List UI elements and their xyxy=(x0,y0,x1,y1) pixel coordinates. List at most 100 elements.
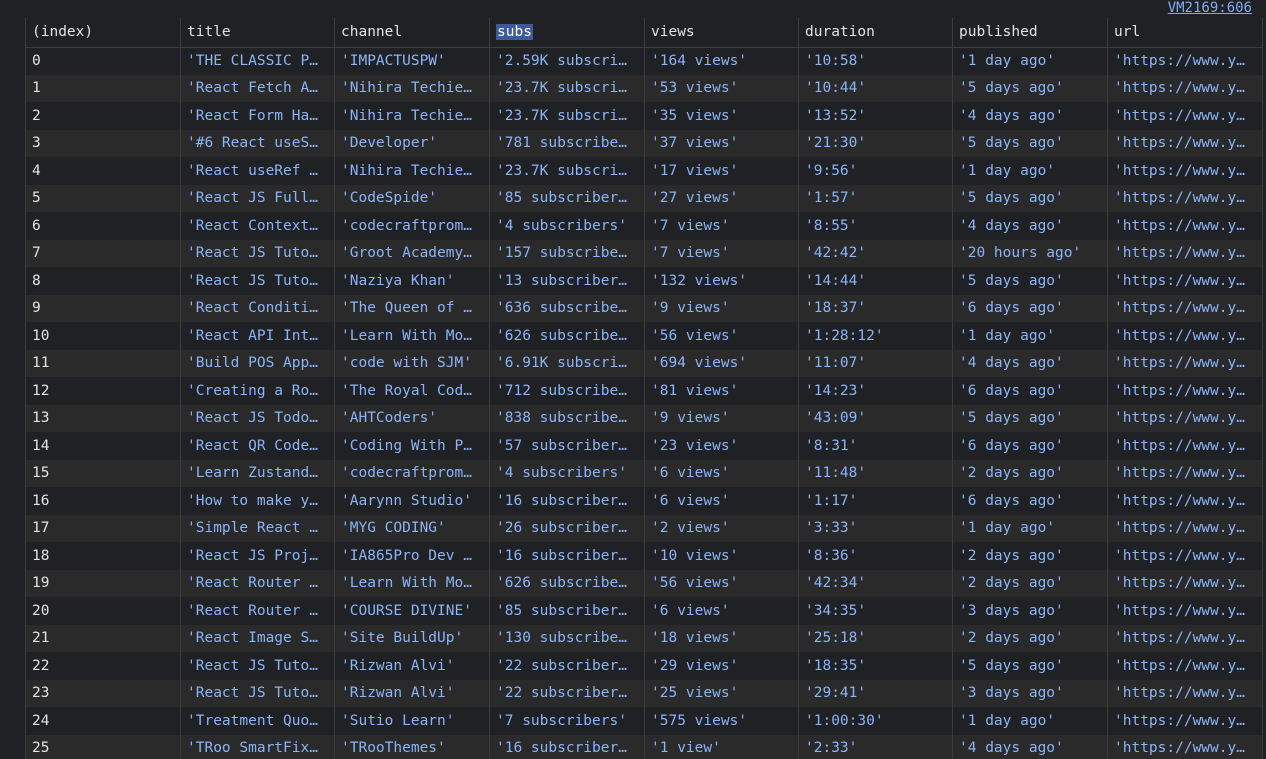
table-body: 0 'THE CLASSIC P… 'IMPACTUSPW' '2.59K subsc… xyxy=(25,47,1263,759)
published-cell: '20 hours ago' xyxy=(952,239,1108,267)
column-header-url[interactable]: url xyxy=(1107,18,1263,48)
title-cell: 'Simple React … xyxy=(180,514,335,542)
published-cell: '5 days ago' xyxy=(952,74,1108,102)
channel-cell: 'Coding With P… xyxy=(334,432,490,460)
column-header-subs[interactable]: subs xyxy=(489,18,645,48)
url-cell: 'https://www.y… xyxy=(1107,734,1263,759)
published-cell: '1 day ago' xyxy=(952,322,1108,350)
subs-cell: '16 subscriber… xyxy=(489,542,645,570)
url-cell: 'https://www.y… xyxy=(1107,404,1263,432)
table-row: 19 'React Router … 'Learn With Mo… '626 sub… xyxy=(25,569,1263,597)
subs-cell: '130 subscribe… xyxy=(489,624,645,652)
subs-cell: '7 subscribers' xyxy=(489,707,645,735)
subs-cell: '838 subscribe… xyxy=(489,404,645,432)
views-cell: '25 views' xyxy=(644,679,799,707)
title-cell: '#6 React useS… xyxy=(180,129,335,157)
channel-cell: 'COURSE DIVINE' xyxy=(334,597,490,625)
table-row: 8 'React JS Tuto… 'Naziya Khan' '13 subscri… xyxy=(25,267,1263,295)
index-cell: 0 xyxy=(25,47,181,75)
views-cell: '7 views' xyxy=(644,239,799,267)
duration-cell: '8:36' xyxy=(798,542,953,570)
channel-cell: 'Groot Academy… xyxy=(334,239,490,267)
channel-cell: 'The Queen of … xyxy=(334,294,490,322)
selected-text: subs xyxy=(496,24,533,41)
table-row: 14 'React QR Code… 'Coding With P… '57 subs… xyxy=(25,432,1263,460)
duration-cell: '1:57' xyxy=(798,184,953,212)
url-cell: 'https://www.y… xyxy=(1107,432,1263,460)
views-cell: '23 views' xyxy=(644,432,799,460)
title-cell: 'React JS Tuto… xyxy=(180,652,335,680)
views-cell: '81 views' xyxy=(644,377,799,405)
column-header-duration[interactable]: duration xyxy=(798,18,953,48)
table-row: 20 'React Router … 'COURSE DIVINE' '85 subs… xyxy=(25,597,1263,625)
url-cell: 'https://www.y… xyxy=(1107,569,1263,597)
views-cell: '53 views' xyxy=(644,74,799,102)
duration-cell: '21:30' xyxy=(798,129,953,157)
index-cell: 9 xyxy=(25,294,181,322)
published-cell: '4 days ago' xyxy=(952,212,1108,240)
channel-cell: 'Nihira Techie… xyxy=(334,74,490,102)
channel-cell: 'Aarynn Studio' xyxy=(334,487,490,515)
table-row: 15 'Learn Zustand…'codecraftprom… '4 subsc… xyxy=(25,459,1263,487)
title-cell: 'React JS Todo… xyxy=(180,404,335,432)
published-cell: '4 days ago' xyxy=(952,349,1108,377)
duration-cell: '2:33' xyxy=(798,734,953,759)
column-header-channel[interactable]: channel xyxy=(334,18,490,48)
duration-cell: '1:28:12' xyxy=(798,322,953,350)
table-row: 1 'React Fetch A… 'Nihira Techie… '23.7K su… xyxy=(25,74,1263,102)
subs-cell: '26 subscriber… xyxy=(489,514,645,542)
duration-cell: '1:00:30' xyxy=(798,707,953,735)
channel-cell: 'IA865Pro Dev … xyxy=(334,542,490,570)
duration-cell: '14:44' xyxy=(798,267,953,295)
title-cell: 'React JS Tuto… xyxy=(180,679,335,707)
channel-cell: 'IMPACTUSPW' xyxy=(334,47,490,75)
duration-cell: '8:31' xyxy=(798,432,953,460)
table-row: 7 'React JS Tuto… 'Groot Academy… '157 subs… xyxy=(25,239,1263,267)
index-cell: 4 xyxy=(25,157,181,185)
published-cell: '6 days ago' xyxy=(952,377,1108,405)
subs-cell: '85 subscriber… xyxy=(489,597,645,625)
table-row: 4 'React useRef … 'Nihira Techie… '23.7K su… xyxy=(25,157,1263,185)
views-cell: '29 views' xyxy=(644,652,799,680)
duration-cell: '13:52' xyxy=(798,102,953,130)
duration-cell: '18:37' xyxy=(798,294,953,322)
views-cell: '35 views' xyxy=(644,102,799,130)
subs-cell: '626 subscribe… xyxy=(489,322,645,350)
index-cell: 5 xyxy=(25,184,181,212)
source-location-link[interactable]: VM2169:606 xyxy=(1168,0,1252,16)
url-cell: 'https://www.y… xyxy=(1107,47,1263,75)
subs-cell: '13 subscriber… xyxy=(489,267,645,295)
channel-cell: 'code with SJM' xyxy=(334,349,490,377)
url-cell: 'https://www.y… xyxy=(1107,294,1263,322)
index-cell: 22 xyxy=(25,652,181,680)
column-header-index[interactable]: (index) xyxy=(25,18,181,48)
column-header-views[interactable]: views xyxy=(644,18,799,48)
title-cell: 'React Conditi… xyxy=(180,294,335,322)
url-cell: 'https://www.y… xyxy=(1107,652,1263,680)
title-cell: 'React JS Proj… xyxy=(180,542,335,570)
column-header-published[interactable]: published xyxy=(952,18,1108,48)
table-row: 9 'React Conditi… 'The Queen of … '636 subs… xyxy=(25,294,1263,322)
published-cell: '5 days ago' xyxy=(952,404,1108,432)
table-row: 23 'React JS Tuto… 'Rizwan Alvi' '22 subscr… xyxy=(25,679,1263,707)
duration-cell: '29:41' xyxy=(798,679,953,707)
channel-cell: 'TRooThemes' xyxy=(334,734,490,759)
subs-cell: '23.7K subscri… xyxy=(489,102,645,130)
subs-cell: '4 subscribers' xyxy=(489,212,645,240)
published-cell: '2 days ago' xyxy=(952,624,1108,652)
views-cell: '9 views' xyxy=(644,404,799,432)
table-row: 25 'TRoo SmartFix… 'TRooThemes' '16 subscri… xyxy=(25,734,1263,759)
views-cell: '18 views' xyxy=(644,624,799,652)
duration-cell: '14:23' xyxy=(798,377,953,405)
title-cell: 'React Image S… xyxy=(180,624,335,652)
views-cell: '56 views' xyxy=(644,569,799,597)
channel-cell: 'CodeSpide' xyxy=(334,184,490,212)
subs-cell: '22 subscriber… xyxy=(489,679,645,707)
title-cell: 'React QR Code… xyxy=(180,432,335,460)
index-cell: 8 xyxy=(25,267,181,295)
column-header-title[interactable]: title xyxy=(180,18,335,48)
subs-cell: '85 subscriber… xyxy=(489,184,645,212)
table-row: 5 'React JS Full… 'CodeSpide' '85 subscribe… xyxy=(25,184,1263,212)
url-cell: 'https://www.y… xyxy=(1107,239,1263,267)
url-cell: 'https://www.y… xyxy=(1107,74,1263,102)
